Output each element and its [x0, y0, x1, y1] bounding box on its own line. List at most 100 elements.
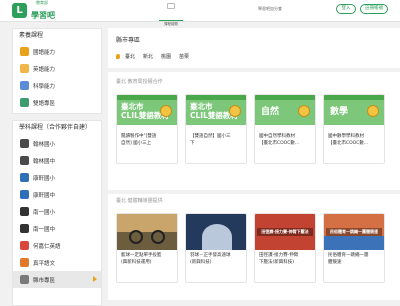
sidebar-item[interactable]: 雙語專區: [13, 94, 101, 111]
course-card[interactable]: 數學國中數學學科教材 【臺北市COOC數...: [323, 94, 385, 164]
subject-course-panel: 學科課程（合作夥伴自建） 翰林國小翰林國中康軒國小康軒國中南一國小南一國中何嘉仁…: [12, 120, 102, 306]
thumbnail-footer: [117, 125, 177, 131]
course-card[interactable]: 自然國中自然學科教材 【臺北市COOC數...: [254, 94, 316, 164]
publisher-icon: [20, 173, 29, 182]
course-title: 羽球－正手發高遠球 (新興科技): [190, 253, 231, 265]
sidebar-item-label: 科學能力: [33, 83, 56, 90]
sidebar-item[interactable]: 真平語文: [13, 254, 101, 271]
sidebar-item[interactable]: 縣市專區: [13, 271, 101, 288]
course-title: 民俗體育一跳繩一團 體競速: [328, 253, 369, 265]
course-title: 【雙語自然】國小三 下: [190, 134, 231, 146]
section-divider: [108, 190, 400, 194]
app-logo[interactable]: L: [12, 3, 27, 18]
course-title: 國中數學學科教材 【臺北市COOC數...: [328, 134, 369, 146]
sidebar-item[interactable]: 科學能力: [13, 77, 101, 94]
course-title: 閱讀製作中"[雙語 自然] 國小三上: [121, 134, 157, 146]
mascot-icon: [298, 105, 310, 117]
active-tab-indicator: [159, 19, 183, 21]
course-card[interactable]: 臺北市 CLIL雙語教材閱讀製作中"[雙語 自然] 國小三上: [116, 94, 178, 164]
page-title: 縣市專區: [116, 37, 141, 44]
dome-icon: [202, 224, 232, 250]
sidebar-item[interactable]: 何嘉仁英語: [13, 237, 101, 254]
sidebar-item[interactable]: 南一國小: [13, 203, 101, 220]
track-lane: [324, 236, 384, 250]
wheel-icon: [129, 230, 143, 244]
literacy-course-panel: 素養課程 國語能力英語能力科學能力雙語專區: [12, 28, 102, 114]
thumbnail-title: 數學: [330, 107, 349, 117]
region-chip[interactable]: 新北: [143, 53, 153, 60]
section-title: 臺北 教育局授權合作: [116, 79, 163, 85]
location-pin-icon: [116, 53, 120, 59]
course-card[interactable]: 田徑課-接力賽-伸臂下壓法田徑課-接力賽-伸臂 下壓法(新興科技): [254, 213, 316, 283]
brand[interactable]: 教育部 學習吧: [31, 1, 55, 21]
course-thumbnail: 臺北市 CLIL雙語教材: [117, 95, 177, 131]
course-thumbnail: 自然: [255, 95, 315, 131]
publisher-icon: [20, 241, 29, 250]
thumbnail-label: 民俗體育一跳繩一團體競速: [326, 228, 382, 236]
sidebar-item-label: 縣市專區: [33, 277, 56, 284]
thumbnail-label: 田徑課-接力賽-伸臂下壓法: [257, 228, 313, 236]
login-button[interactable]: 登入: [336, 4, 356, 14]
book-icon: [20, 47, 29, 56]
brand-name: 學習吧: [31, 11, 55, 20]
sidebar-item-label: 翰林國中: [33, 158, 56, 165]
sidebar-item[interactable]: 英語能力: [13, 60, 101, 77]
course-card[interactable]: 羽球－正手發高遠球 (新興科技): [185, 213, 247, 283]
publisher-icon: [20, 207, 29, 216]
sidebar-item-label: 康軒國中: [33, 192, 56, 199]
publisher-icon: [20, 156, 29, 165]
mascot-icon: [229, 105, 241, 117]
thumbnail-footer: [255, 125, 315, 131]
book-icon: [20, 64, 29, 73]
publisher-icon: [20, 224, 29, 233]
course-card[interactable]: 藍球一定點單手投籃 (興新科技運用): [116, 213, 178, 283]
sidebar-item-label: 南一國小: [33, 209, 56, 216]
sidebar-item-label: 真平語文: [33, 260, 56, 267]
sidebar-item[interactable]: 康軒國中: [13, 186, 101, 203]
brand-subtitle: 教育部: [36, 0, 48, 5]
publisher-icon: [20, 139, 29, 148]
sidebar-section-title: 素養課程: [19, 32, 44, 39]
bonus-club-link[interactable]: 學習吧加分會: [258, 6, 282, 12]
course-title: 國中自然學科教材 【臺北市COOC數...: [259, 134, 300, 146]
thumbnail-band: [324, 95, 384, 100]
region-filter: 臺北 新北 桃園 苗栗: [116, 51, 197, 61]
sidebar-item-label: 何嘉仁英語: [33, 243, 61, 250]
chevron-right-icon: [93, 276, 97, 282]
thumbnail-band: [186, 95, 246, 100]
region-chip[interactable]: 苗栗: [179, 53, 189, 60]
course-overview-icon: [167, 3, 175, 9]
course-card[interactable]: 民俗體育一跳繩一團體競速民俗體育一跳繩一團 體競速: [323, 213, 385, 283]
sidebar-item[interactable]: 翰林國中: [13, 152, 101, 169]
thumbnail-band: [117, 95, 177, 100]
register-button[interactable]: 註冊帳號: [360, 4, 388, 14]
region-chip[interactable]: 桃園: [161, 53, 171, 60]
sidebar-item[interactable]: 康軒國小: [13, 169, 101, 186]
sidebar-item-label: 國語能力: [33, 49, 56, 56]
publisher-icon: [20, 258, 29, 267]
sidebar-item[interactable]: 國語能力: [13, 43, 101, 60]
sidebar: 素養課程 國語能力英語能力科學能力雙語專區 學科課程（合作夥伴自建） 翰林國小翰…: [12, 28, 102, 306]
course-thumbnail: 田徑課-接力賽-伸臂下壓法: [255, 214, 315, 250]
thumbnail-footer: [186, 125, 246, 131]
course-thumbnail: 民俗體育一跳繩一團體競速: [324, 214, 384, 250]
wheel-icon: [151, 230, 165, 244]
course-title: 田徑課-接力賽-伸臂 下壓法(新興科技): [259, 253, 299, 265]
thumbnail-title: 自然: [261, 107, 280, 117]
course-card[interactable]: 臺北市 CLIL雙語教材【雙語自然】國小三 下: [185, 94, 247, 164]
sidebar-item-label: 英語能力: [33, 66, 56, 73]
course-thumbnail: 數學: [324, 95, 384, 131]
region-chip[interactable]: 臺北: [125, 53, 135, 60]
thumbnail-band: [255, 95, 315, 100]
sidebar-item-label: 康軒國小: [33, 175, 56, 182]
sidebar-section-title: 學科課程（合作夥伴自建）: [19, 124, 92, 131]
tab-course-overview[interactable]: 課程總覽: [156, 3, 186, 26]
language-icon: [20, 98, 29, 107]
sidebar-item[interactable]: 翰林國小: [13, 135, 101, 152]
course-thumbnail: 臺北市 CLIL雙語教材: [186, 95, 246, 131]
top-navigation-bar: L 教育部 學習吧 課程總覽 學習吧加分會 登入 註冊帳號: [0, 0, 400, 26]
section-divider: [108, 68, 400, 72]
sidebar-item[interactable]: 南一國中: [13, 220, 101, 237]
region-icon: [20, 275, 29, 284]
main-content: 縣市專區 臺北 新北 桃園 苗栗 臺北 教育局授權合作 臺北市 CLIL雙語教材…: [108, 28, 400, 300]
